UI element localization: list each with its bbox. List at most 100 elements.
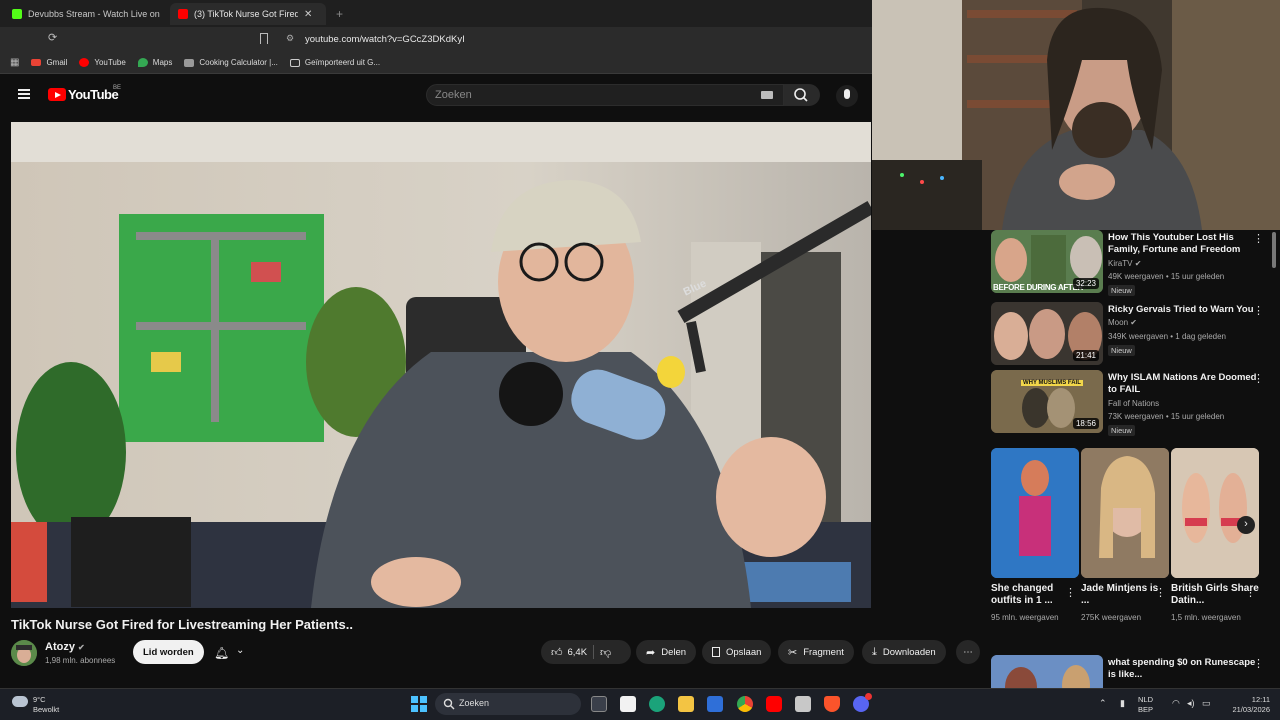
more-options-icon[interactable]: ⋮ xyxy=(1065,586,1076,599)
bookmark-youtube[interactable]: YouTube xyxy=(79,58,126,67)
more-options-icon[interactable]: ⋮ xyxy=(1155,586,1166,599)
volume-icon[interactable]: ◂) xyxy=(1187,698,1195,709)
channel-name[interactable]: Atozy ✔ xyxy=(45,641,85,653)
youtube-icon xyxy=(79,58,90,67)
wifi-icon[interactable]: ◠ xyxy=(1172,698,1180,709)
download-button[interactable]: ⤓ Downloaden xyxy=(862,640,946,664)
bookmark-cooking[interactable]: Cooking Calculator |... xyxy=(184,58,278,67)
tab-title: Devubbs Stream - Watch Live on xyxy=(28,9,160,19)
sidebar-scrollbar[interactable] xyxy=(1272,232,1276,268)
edge-icon[interactable] xyxy=(649,696,665,712)
scissors-icon: ✂ xyxy=(788,646,798,659)
bookmark-gmail[interactable]: Gmail xyxy=(31,58,67,67)
video-thumbnail[interactable]: BEFORE DURING AFTER 32:23 xyxy=(991,230,1103,293)
site-info-icon[interactable]: ⚙ xyxy=(286,33,294,44)
more-options-icon[interactable]: ⋮ xyxy=(1245,586,1256,599)
dislike-button[interactable]: 👎︎ xyxy=(600,646,611,659)
thumbnail-text: WHY MUSLIMS FAIL xyxy=(1021,380,1083,386)
channel-name[interactable]: KiraTV ✔ xyxy=(1108,259,1141,268)
channel-name[interactable]: Moon ✔ xyxy=(1108,318,1137,327)
windows-start-icon[interactable] xyxy=(411,696,427,712)
kick-icon xyxy=(12,9,22,19)
voice-search-button[interactable] xyxy=(836,85,858,107)
short-views: 275K weergaven xyxy=(1081,613,1142,622)
weather-temp[interactable]: 9°C xyxy=(33,695,46,704)
short-item[interactable]: Jade Mintjens is ... 275K weergaven ⋮ xyxy=(1081,448,1169,623)
more-actions-button[interactable]: ⋯ xyxy=(956,640,980,664)
search-button[interactable] xyxy=(784,84,820,106)
clock-time[interactable]: 12:11 xyxy=(1220,695,1270,704)
bookmark-folder[interactable]: Geïmporteerd uit G... xyxy=(289,58,381,67)
video-title[interactable]: How This Youtuber Lost His Family, Fortu… xyxy=(1108,232,1258,256)
new-badge: Nieuw xyxy=(1108,285,1135,296)
short-thumbnail[interactable]: › xyxy=(1171,448,1259,578)
brave-icon[interactable] xyxy=(824,696,840,712)
save-button[interactable]: Opslaan xyxy=(702,640,772,664)
channel-name[interactable]: Fall of Nations xyxy=(1108,399,1159,408)
weather-desc[interactable]: Bewolkt xyxy=(33,705,59,714)
maps-pin-icon xyxy=(137,58,148,67)
more-options-icon[interactable]: ⋮ xyxy=(1253,232,1264,245)
more-options-icon[interactable]: ⋮ xyxy=(1253,372,1264,385)
short-thumbnail[interactable] xyxy=(991,448,1079,578)
close-tab-icon[interactable]: ✕ xyxy=(304,9,312,20)
keyboard-icon[interactable] xyxy=(761,91,773,99)
cloud-icon[interactable] xyxy=(12,696,28,707)
recommendation-item[interactable]: what spending $0 on Runescape is like...… xyxy=(991,655,1271,688)
next-shorts-icon[interactable]: › xyxy=(1237,516,1255,534)
channel-avatar[interactable] xyxy=(11,640,37,666)
video-thumbnail[interactable]: 21:41 xyxy=(991,302,1103,365)
youtube-logo-icon[interactable] xyxy=(48,88,66,101)
youtube-logo-text[interactable]: YouTube xyxy=(68,87,119,102)
apps-grid-icon[interactable]: ▦ xyxy=(10,57,19,68)
bookmark-label: Geïmporteerd uit G... xyxy=(304,58,381,67)
short-thumbnail[interactable] xyxy=(1081,448,1169,578)
recommendation-item[interactable]: BEFORE DURING AFTER 32:23 How This Youtu… xyxy=(991,230,1271,296)
video-thumbnail[interactable]: WHY MUSLIMS FAIL 18:56 xyxy=(991,370,1103,433)
share-button[interactable]: ➦ Delen xyxy=(636,640,697,664)
short-item[interactable]: She changed outfits in 1 ... 95 mln. wee… xyxy=(991,448,1079,623)
clock-date[interactable]: 21/03/2026 xyxy=(1220,705,1270,714)
bookmark-maps[interactable]: Maps xyxy=(137,58,172,67)
video-player[interactable]: Blue xyxy=(11,122,871,608)
file-explorer-icon[interactable] xyxy=(678,696,694,712)
thumbnail-art xyxy=(991,655,1103,688)
chrome-icon[interactable] xyxy=(737,696,753,712)
video-title[interactable]: Ricky Gervais Tried to Warn You xyxy=(1108,304,1258,316)
clip-button[interactable]: ✂ Fragment xyxy=(778,640,854,664)
short-item[interactable]: › British Girls Share Datin... 1,5 mln. … xyxy=(1171,448,1259,623)
more-options-icon[interactable]: ⋮ xyxy=(1253,657,1264,670)
calculator-icon[interactable] xyxy=(795,696,811,712)
video-title[interactable]: Why ISLAM Nations Are Doomed to FAIL xyxy=(1108,372,1258,396)
menu-icon[interactable] xyxy=(18,89,30,99)
new-tab-icon[interactable]: + xyxy=(336,7,343,21)
join-button[interactable]: Lid worden xyxy=(133,640,204,664)
store-icon[interactable] xyxy=(620,696,636,712)
like-button[interactable]: 👍︎ 6,4K xyxy=(551,646,587,659)
more-options-icon[interactable]: ⋮ xyxy=(1253,304,1264,317)
search-input[interactable]: Zoeken xyxy=(426,84,784,106)
video-title[interactable]: what spending $0 on Runescape is like... xyxy=(1108,657,1258,681)
youtube-favicon-icon xyxy=(178,9,188,19)
video-thumbnail[interactable] xyxy=(991,655,1103,688)
show-hidden-icons[interactable]: ⌃ xyxy=(1099,698,1107,709)
taskbar-search[interactable]: Zoeken xyxy=(435,693,581,715)
app-icon[interactable] xyxy=(707,696,723,712)
recommendation-item[interactable]: 21:41 Ricky Gervais Tried to Warn You Mo… xyxy=(991,302,1271,368)
url-input[interactable]: youtube.com/watch?v=GCcZ3DKdKyI xyxy=(305,34,465,45)
battery-icon[interactable]: ▭ xyxy=(1202,698,1211,709)
task-view-icon[interactable] xyxy=(591,696,607,712)
chevron-down-icon[interactable]: ⌄ xyxy=(236,645,244,656)
usb-icon[interactable]: ▮ xyxy=(1120,698,1125,709)
notification-bell-icon[interactable]: 🔔︎ xyxy=(214,646,229,660)
bookmark-icon[interactable] xyxy=(260,33,268,44)
tab-youtube[interactable]: (3) TikTok Nurse Got Fired for ✕ xyxy=(170,3,326,25)
share-label: Delen xyxy=(661,646,687,658)
youtube-app-icon[interactable] xyxy=(766,696,782,712)
language-line2[interactable]: BEP xyxy=(1138,705,1153,714)
reload-icon[interactable]: ⟳ xyxy=(48,32,57,44)
tab-devubbs[interactable]: Devubbs Stream - Watch Live on xyxy=(4,3,164,25)
recommendation-item[interactable]: WHY MUSLIMS FAIL 18:56 Why ISLAM Nations… xyxy=(991,370,1271,436)
language-line1[interactable]: NLD xyxy=(1138,695,1153,704)
clip-label: Fragment xyxy=(803,646,844,658)
